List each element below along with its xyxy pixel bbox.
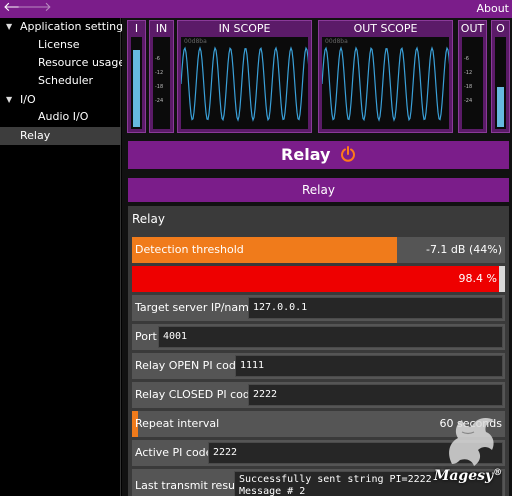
griffin-icon: [449, 418, 494, 466]
meter-tick: -18: [464, 84, 473, 90]
meter-tick: -6: [155, 56, 160, 62]
tree-item-label: License: [38, 38, 80, 51]
panel-title: Relay: [132, 212, 165, 226]
waveform-line: [322, 46, 449, 122]
slider-label: Repeat interval: [135, 417, 220, 430]
caret-down-icon[interactable]: ▼: [6, 18, 12, 36]
registered-mark: ®: [493, 468, 503, 478]
meter-tick: -24: [464, 98, 473, 104]
tree-item-relay[interactable]: Relay: [0, 127, 121, 145]
meter-label: IN: [155, 22, 168, 35]
tree-item-audio-io[interactable]: Audio I/O: [0, 108, 121, 126]
field-label: Relay CLOSED PI code: [135, 388, 257, 401]
tree-item-label: Scheduler: [38, 74, 94, 87]
tab-relay[interactable]: Relay: [128, 178, 509, 202]
page-title: Relay: [281, 145, 331, 164]
meter-tick: -12: [464, 70, 473, 76]
about-link[interactable]: About: [476, 2, 509, 15]
relay-closed-input[interactable]: 2222: [248, 384, 503, 406]
scope-display: 00d8ba: [322, 37, 449, 129]
tree-item-label: I/O: [20, 93, 36, 106]
tree-item-resource-usage[interactable]: Resource usage: [0, 54, 125, 72]
detection-threshold-slider[interactable]: Detection threshold -7.1 dB (44%): [132, 237, 505, 263]
field-label: Last transmit result: [135, 479, 243, 492]
meter-tick: -12: [155, 70, 164, 76]
level-bar-fill: [132, 266, 500, 292]
tree-item-label: Relay: [20, 129, 51, 142]
target-server-input[interactable]: 127.0.0.1: [248, 297, 503, 319]
logo-text: Magesy®: [432, 468, 504, 484]
meter-label: O: [496, 22, 505, 35]
meter-label: OUT: [460, 22, 485, 35]
tree-item-label: Audio I/O: [38, 110, 89, 123]
in-scope-waveform: [181, 46, 308, 122]
tree-item-io[interactable]: ▼ I/O: [0, 91, 121, 109]
caret-down-icon[interactable]: ▼: [6, 91, 12, 109]
target-server-row: Target server IP/name 127.0.0.1: [132, 295, 505, 321]
relay-open-input[interactable]: 1111: [235, 355, 503, 377]
out-scope-waveform: [322, 46, 449, 122]
waveform-line: [181, 46, 308, 122]
tree-item-application-settings[interactable]: ▼ Application settings: [0, 18, 129, 36]
meter-track: -6 -12 -18 -24: [462, 37, 483, 129]
field-label: Relay OPEN PI code: [135, 359, 243, 372]
meter-in: IN -6 -12 -18 -24: [149, 20, 174, 133]
meter-tick: -6: [464, 56, 469, 62]
out-scope: OUT SCOPE 00d8ba: [318, 20, 453, 133]
port-row: Port 4001: [132, 324, 505, 350]
meter-scale: -6 -12 -18 -24: [464, 37, 482, 129]
relay-closed-row: Relay CLOSED PI code 2222: [132, 382, 505, 408]
meter-strip: I IN -6 -12 -18 -24 IN SCOPE 00d8ba OUT …: [127, 20, 512, 133]
field-label: Active PI code: [135, 446, 213, 459]
scope-label: OUT SCOPE: [353, 22, 418, 35]
logo-word: Magesy: [433, 468, 494, 484]
field-label: Target server IP/name: [135, 301, 256, 314]
tree-item-license[interactable]: License: [0, 36, 121, 54]
port-input[interactable]: 4001: [158, 326, 503, 348]
tree-item-label: Resource usage: [38, 56, 126, 69]
forward-arrow-icon[interactable]: 🡒: [17, 1, 52, 15]
meter-i: I: [127, 20, 146, 133]
relay-open-row: Relay OPEN PI code 1111: [132, 353, 505, 379]
settings-tree: ▼ Application settings License Resource …: [0, 18, 129, 496]
scope-label: IN SCOPE: [218, 22, 271, 35]
meter-track: [131, 37, 142, 129]
magesy-logo: Magesy®: [432, 412, 504, 488]
meter-fill: [497, 87, 504, 127]
tree-item-scheduler[interactable]: Scheduler: [0, 72, 121, 90]
level-bar-value: 98.4 %: [458, 272, 497, 285]
field-label: Port: [135, 330, 157, 343]
meter-label: I: [134, 22, 139, 35]
level-bar: 98.4 %: [132, 266, 505, 292]
relay-header: Relay: [128, 141, 509, 169]
meter-tick: -24: [155, 98, 164, 104]
title-bar: 🡐 🡒 About: [0, 0, 512, 18]
meter-track: [495, 37, 506, 129]
power-icon[interactable]: [340, 146, 356, 165]
meter-o: O: [491, 20, 510, 133]
in-scope: IN SCOPE 00d8ba: [177, 20, 312, 133]
meter-fill: [133, 50, 140, 127]
meter-track: -6 -12 -18 -24: [153, 37, 170, 129]
slider-label: Detection threshold: [135, 243, 244, 256]
scope-display: 00d8ba: [181, 37, 308, 129]
meter-out: OUT -6 -12 -18 -24: [458, 20, 487, 133]
tree-item-label: Application settings: [20, 20, 129, 33]
slider-value: -7.1 dB (44%): [425, 243, 502, 256]
meter-scale: -6 -12 -18 -24: [155, 37, 173, 129]
meter-tick: -18: [155, 84, 164, 90]
